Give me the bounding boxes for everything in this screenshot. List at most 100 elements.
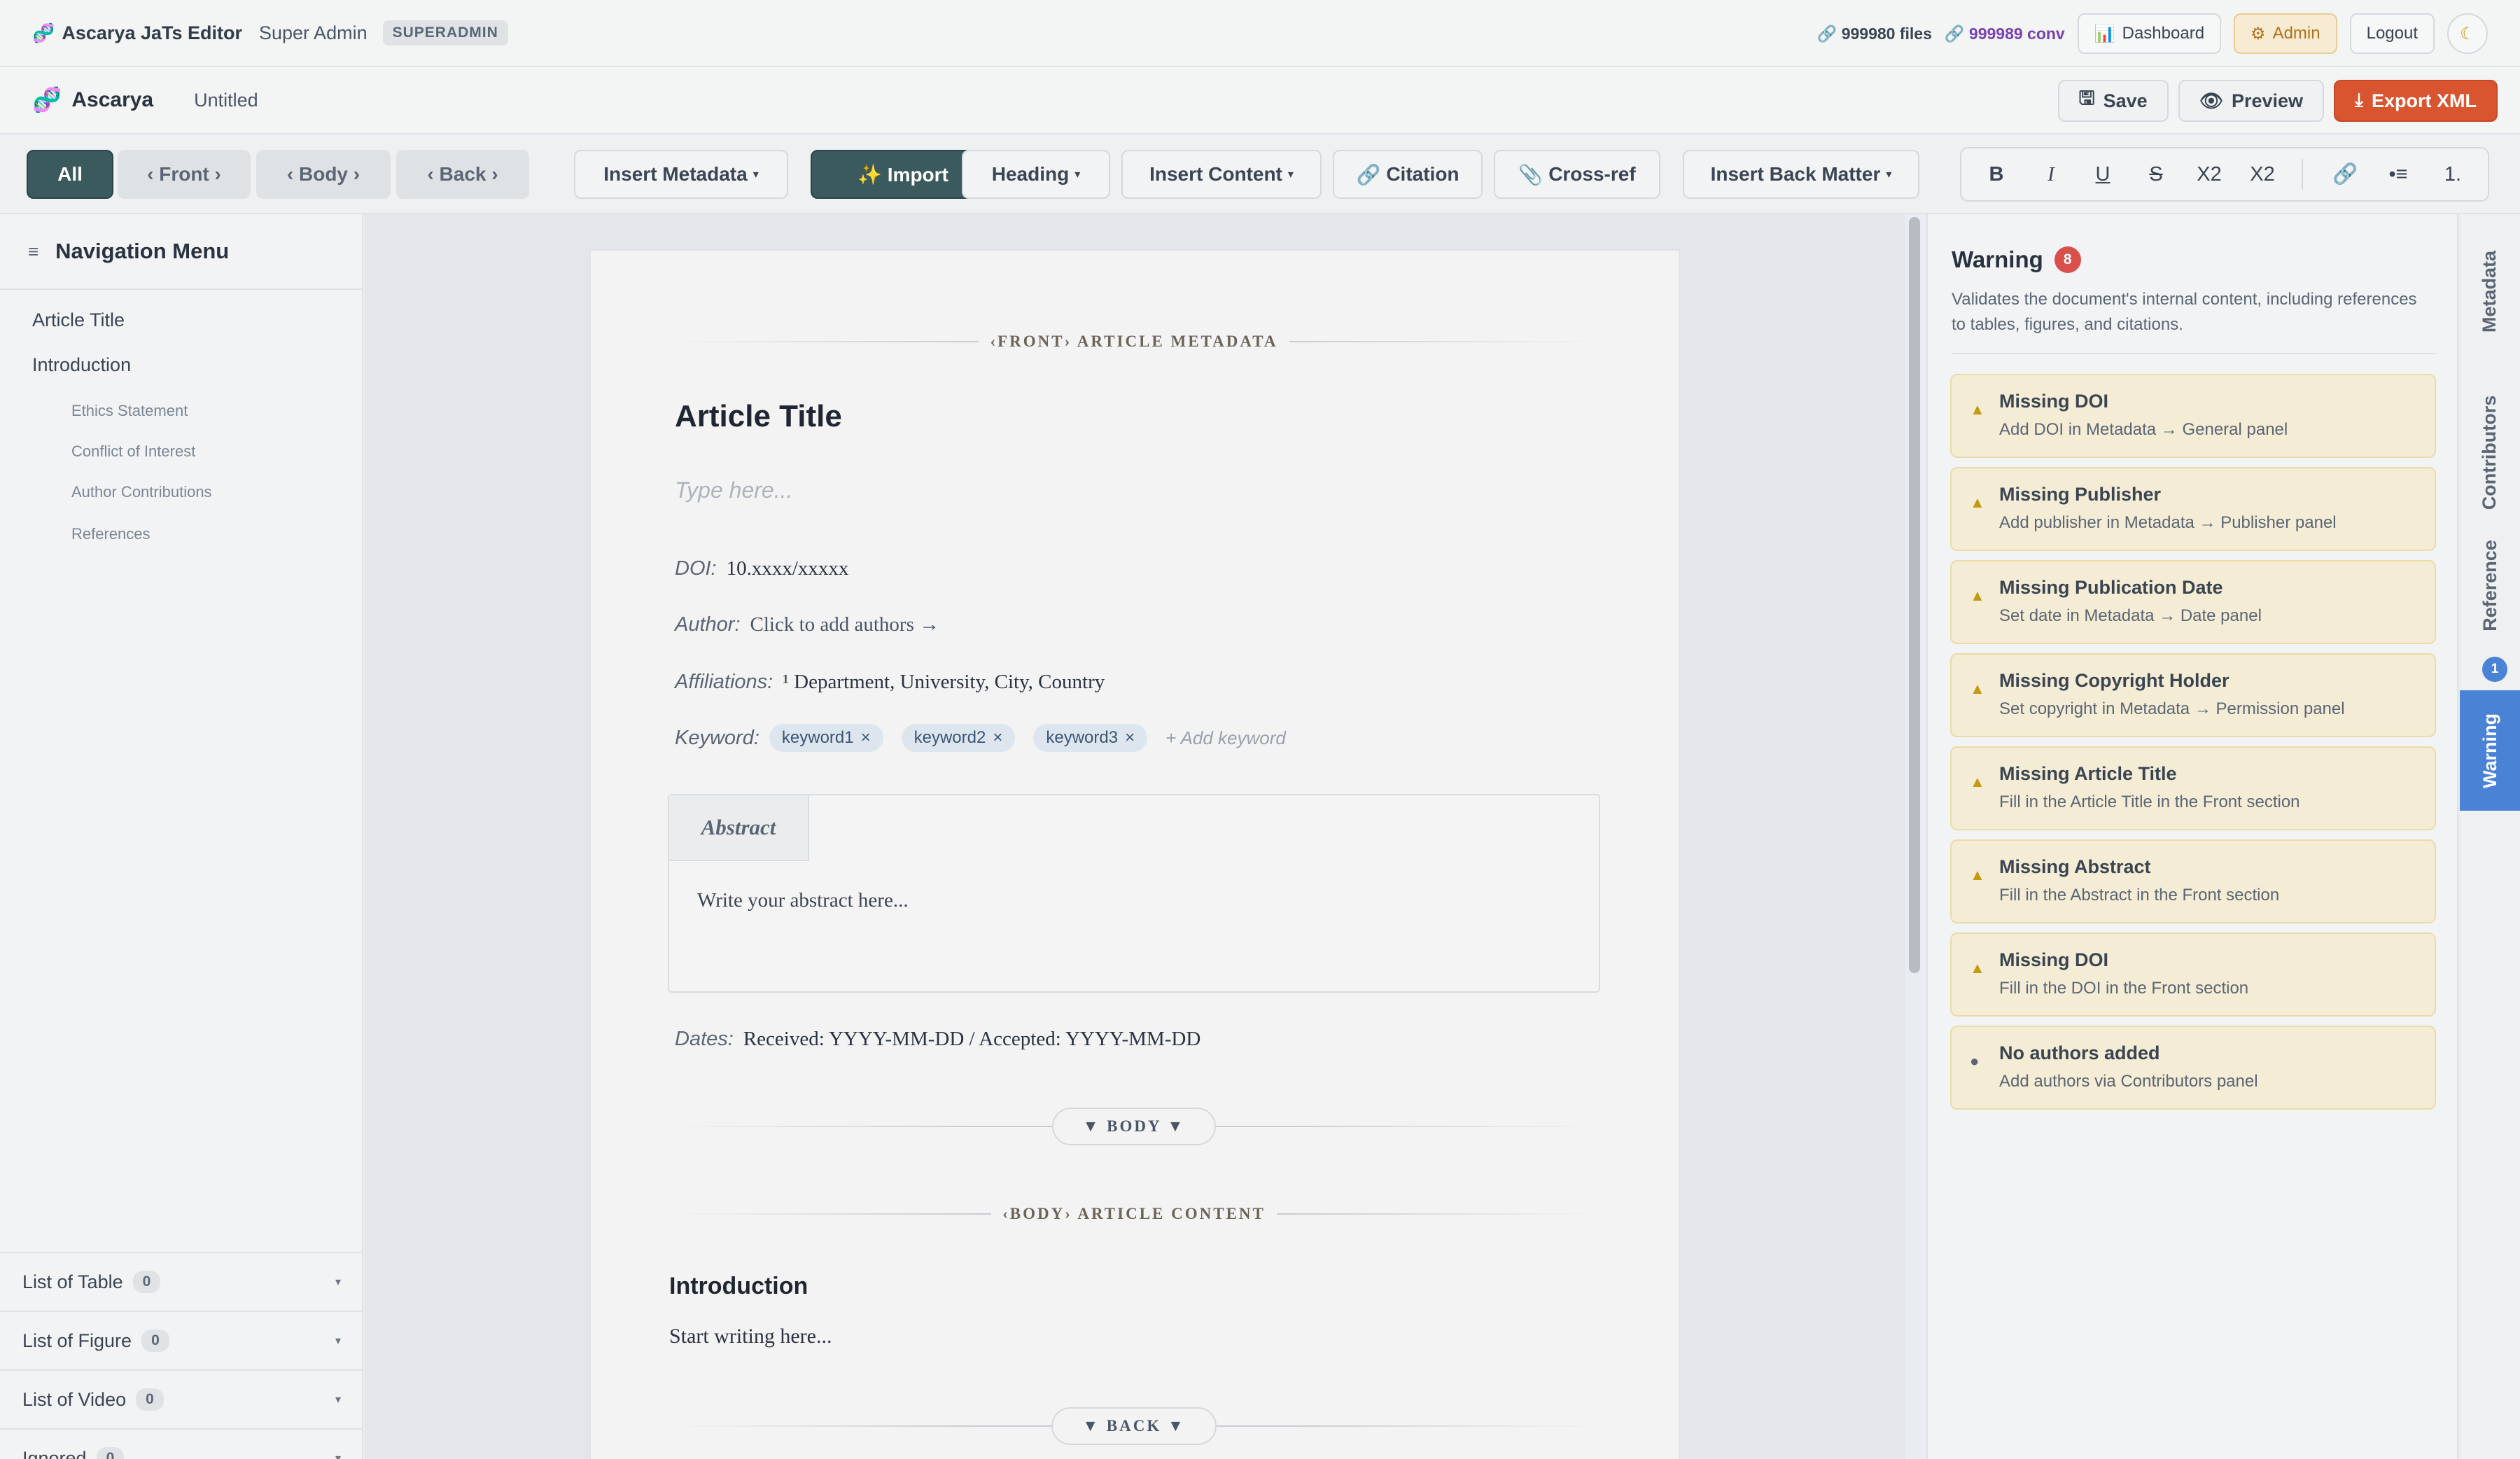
admin-button[interactable]: ⚙ Admin bbox=[2234, 13, 2337, 54]
section-back-button[interactable]: ‹ Back › bbox=[396, 150, 529, 199]
subscript-button[interactable]: X2 bbox=[2188, 148, 2230, 200]
link-button[interactable]: 🔗 bbox=[2324, 148, 2366, 200]
insert-metadata-dropdown[interactable]: Insert Metadata ▾ bbox=[574, 150, 788, 199]
export-xml-button[interactable]: ⤓ Export XML bbox=[2334, 80, 2498, 122]
warning-icon: ▲ bbox=[1970, 587, 1985, 604]
numbered-list-button[interactable]: 1. bbox=[2432, 148, 2474, 200]
section-body-input[interactable]: Start writing here... bbox=[669, 1325, 832, 1348]
section-heading[interactable]: Introduction bbox=[669, 1273, 808, 1300]
nav-item-introduction[interactable]: Introduction bbox=[32, 354, 131, 376]
conv-stat-text: 999989 conv bbox=[1968, 24, 2065, 43]
paperclip-icon: 📎 bbox=[1518, 163, 1544, 186]
editor-scrollbar[interactable] bbox=[1909, 217, 1920, 973]
user-icon: ● bbox=[1970, 1052, 1980, 1070]
chevron-down-icon: ▾ bbox=[1287, 169, 1294, 181]
preview-button[interactable]: 👁 Preview bbox=[2178, 80, 2325, 122]
nav-subitem-ethics[interactable]: Ethics Statement bbox=[71, 402, 188, 420]
article-title[interactable]: Article Title bbox=[675, 399, 842, 434]
close-icon[interactable]: × bbox=[993, 728, 1002, 748]
tab-metadata[interactable]: Metadata bbox=[2460, 228, 2520, 354]
keyword-text: keyword3 bbox=[1046, 728, 1119, 747]
warning-icon: ▲ bbox=[1970, 400, 1985, 418]
author-row[interactable]: Author: Click to add authors → bbox=[675, 613, 939, 636]
warning-icon: ▲ bbox=[1970, 866, 1985, 884]
tab-reference[interactable]: Reference bbox=[2460, 522, 2520, 648]
body-collapse-button[interactable]: ▼ BODY ▼ bbox=[1051, 1108, 1217, 1145]
list-label: Ignored bbox=[22, 1447, 87, 1459]
tab-label: Warning bbox=[2479, 713, 2500, 788]
dashboard-button[interactable]: 📊 Dashboard bbox=[2077, 13, 2222, 54]
theme-toggle[interactable]: ☾ bbox=[2447, 13, 2488, 54]
document-title[interactable]: Untitled bbox=[194, 90, 258, 111]
bullet-list-button[interactable]: •≡ bbox=[2377, 148, 2419, 200]
section-body-button[interactable]: ‹ Body › bbox=[256, 150, 391, 199]
title-input[interactable]: Type here... bbox=[675, 477, 792, 503]
abstract-tab[interactable]: Abstract bbox=[669, 795, 809, 861]
warning-card[interactable]: ▲ Missing DOI Fill in the DOI in the Fro… bbox=[1950, 933, 2436, 1017]
doi-value[interactable]: 10.xxxx/xxxxx bbox=[727, 557, 849, 580]
toolbar-divider bbox=[2302, 159, 2303, 190]
navigation-sidebar: ≡ Navigation Menu Article Title Introduc… bbox=[0, 214, 363, 1459]
abstract-input[interactable]: Write your abstract here... bbox=[697, 889, 909, 912]
underline-button[interactable]: U bbox=[2082, 148, 2124, 200]
warning-card[interactable]: ▲ Missing Copyright Holder Set copyright… bbox=[1950, 653, 2436, 737]
add-keyword-input[interactable]: + Add keyword bbox=[1166, 727, 1286, 749]
insert-metadata-label: Insert Metadata bbox=[603, 163, 748, 185]
logout-button[interactable]: Logout bbox=[2349, 13, 2435, 54]
insert-back-matter-dropdown[interactable]: Insert Back Matter ▾ bbox=[1683, 150, 1919, 199]
keyword-chip[interactable]: keyword3 × bbox=[1033, 724, 1148, 752]
warning-card[interactable]: ▲ Missing DOI Add DOI in Metadata → Gene… bbox=[1950, 374, 2436, 458]
warning-icon: ▲ bbox=[1970, 680, 1985, 697]
strikethrough-button[interactable]: S bbox=[2135, 148, 2177, 200]
keyword-chip[interactable]: keyword2 × bbox=[901, 724, 1016, 752]
list-of-figure-row[interactable]: List of Figure 0 ▾ bbox=[0, 1311, 363, 1369]
bold-button[interactable]: B bbox=[1975, 148, 2017, 200]
nav-subitem-contributions[interactable]: Author Contributions bbox=[71, 483, 212, 501]
warning-card[interactable]: ▲ Missing Article Title Fill in the Arti… bbox=[1950, 746, 2436, 830]
section-front-button[interactable]: ‹ Front › bbox=[118, 150, 251, 199]
chevron-down-icon: ▾ bbox=[1886, 169, 1892, 181]
warning-panel: Warning 8 Validates the document's inter… bbox=[1926, 214, 2458, 1459]
superscript-button[interactable]: X2 bbox=[2241, 148, 2283, 200]
tab-warning[interactable]: Warning bbox=[2460, 690, 2520, 811]
gear-icon: ⚙ bbox=[2250, 24, 2266, 43]
warning-card-title: Missing DOI bbox=[1999, 391, 2109, 412]
back-collapse-button[interactable]: ▼ BACK ▼ bbox=[1051, 1407, 1217, 1445]
dna-icon: 🧬 bbox=[32, 87, 62, 113]
italic-button[interactable]: I bbox=[2030, 148, 2072, 200]
warning-card[interactable]: ▲ Missing Publication Date Set date in M… bbox=[1950, 560, 2436, 644]
insert-content-dropdown[interactable]: Insert Content ▾ bbox=[1121, 150, 1322, 199]
warning-card-detail: Add publisher in Metadata → Publisher pa… bbox=[1999, 513, 2337, 532]
close-icon[interactable]: × bbox=[861, 728, 871, 748]
keyword-chip[interactable]: keyword1 × bbox=[769, 724, 883, 752]
warning-icon: ▲ bbox=[1970, 773, 1985, 790]
citation-button[interactable]: 🔗 Citation bbox=[1333, 150, 1483, 199]
front-divider: ‹FRONT› ARTICLE METADATA bbox=[668, 328, 1600, 356]
affiliations-value[interactable]: ¹ Department, University, City, Country bbox=[783, 671, 1105, 694]
warning-card[interactable]: ▲ Missing Publisher Add publisher in Met… bbox=[1950, 467, 2436, 551]
nav-subitem-references[interactable]: References bbox=[71, 525, 150, 543]
list-of-video-row[interactable]: List of Video 0 ▾ bbox=[0, 1369, 363, 1428]
menu-icon[interactable]: ≡ bbox=[28, 241, 38, 263]
insert-content-label: Insert Content bbox=[1149, 163, 1282, 185]
affiliations-row[interactable]: Affiliations: ¹ Department, University, … bbox=[675, 671, 1105, 694]
warning-card[interactable]: ● No authors added Add authors via Contr… bbox=[1950, 1026, 2436, 1110]
ignored-row[interactable]: Ignored 0 ▾ bbox=[0, 1428, 363, 1459]
crossref-button[interactable]: 📎 Cross-ref bbox=[1494, 150, 1660, 199]
dates-value[interactable]: Received: YYYY-MM-DD / Accepted: YYYY-MM… bbox=[743, 1028, 1200, 1051]
nav-subitem-conflict[interactable]: Conflict of Interest bbox=[71, 442, 195, 461]
nav-item-article-title[interactable]: Article Title bbox=[32, 309, 125, 331]
close-icon[interactable]: × bbox=[1125, 728, 1135, 748]
admin-label: Admin bbox=[2272, 24, 2320, 43]
chevron-down-icon: ▾ bbox=[335, 1453, 341, 1459]
section-all-button[interactable]: All bbox=[27, 150, 113, 199]
dates-row[interactable]: Dates: Received: YYYY-MM-DD / Accepted: … bbox=[675, 1028, 1200, 1051]
tab-contributors[interactable]: Contributors bbox=[2460, 368, 2520, 536]
heading-dropdown[interactable]: Heading ▾ bbox=[962, 150, 1110, 199]
add-authors-link[interactable]: Click to add authors → bbox=[750, 613, 940, 636]
doi-row[interactable]: DOI: 10.xxxx/xxxxx bbox=[675, 557, 848, 580]
list-of-table-row[interactable]: List of Table 0 ▾ bbox=[0, 1252, 363, 1311]
save-button[interactable]: 🖫 Save bbox=[2057, 80, 2169, 122]
divider bbox=[1952, 353, 2436, 354]
warning-card[interactable]: ▲ Missing Abstract Fill in the Abstract … bbox=[1950, 839, 2436, 923]
